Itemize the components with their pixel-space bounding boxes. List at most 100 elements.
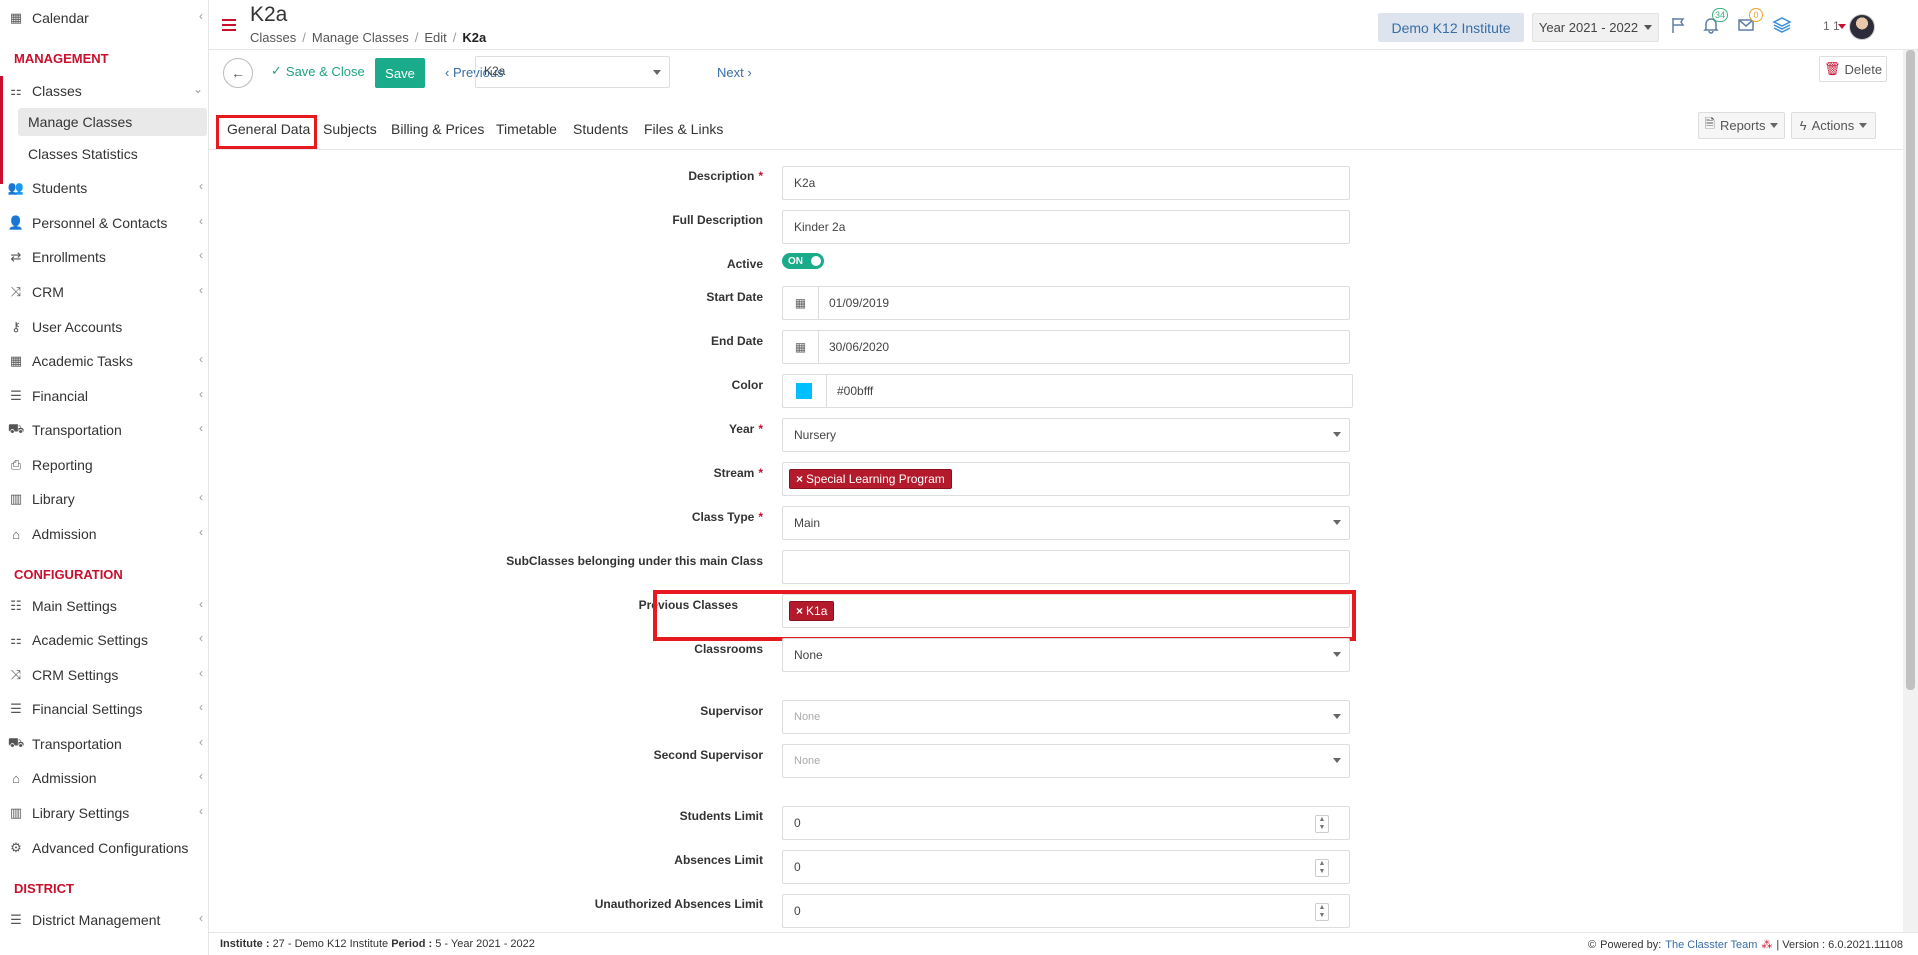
classter-team-link[interactable]: The Classter Team <box>1665 939 1757 951</box>
classes-icon: ⚏ <box>10 632 22 647</box>
print-icon: ⎙ <box>10 457 22 472</box>
sidebar-item-enrollments[interactable]: ⇄ Enrollments ‹ <box>0 242 208 272</box>
sidebar-item-reporting[interactable]: ⎙ Reporting <box>0 450 208 480</box>
books-icon: ▥ <box>9 805 23 820</box>
sidebar-item-students[interactable]: 👥 Students ‹ <box>0 173 208 203</box>
tab-timetable[interactable]: Timetable <box>496 121 557 137</box>
tab-files-links[interactable]: Files & Links <box>644 121 723 137</box>
tab-students[interactable]: Students <box>573 121 628 137</box>
number-spinner[interactable]: ▲ ▼ <box>1315 815 1329 833</box>
start-date-label: Start Date <box>706 290 763 304</box>
breadcrumb-edit[interactable]: Edit <box>424 30 446 45</box>
chevron-left-icon: ‹ <box>199 9 203 23</box>
caret-down-icon <box>1333 520 1341 525</box>
exchange-icon: ⇄ <box>10 249 22 264</box>
caret-down-icon <box>1644 25 1653 30</box>
sidebar-item-admission[interactable]: ⌂ Admission ‹ <box>0 519 208 549</box>
sidebar-item-library[interactable]: ▥ Library ‹ <box>0 484 208 514</box>
sidebar-item-admission-settings[interactable]: ⌂ Admission ‹ <box>0 763 208 793</box>
year-selector[interactable]: Year 2021 - 2022 <box>1532 13 1659 42</box>
stream-chip[interactable]: × Special Learning Program <box>789 469 952 489</box>
chevron-left-icon: ‹ <box>199 214 203 228</box>
chevron-left-icon: ‹ <box>199 387 203 401</box>
sidebar-item-transportation-settings[interactable]: ⛟ Transportation ‹ <box>0 729 208 759</box>
sidebar-item-academic-tasks[interactable]: ▦ Academic Tasks ‹ <box>0 346 208 376</box>
number-spinner[interactable]: ▲ ▼ <box>1315 903 1329 921</box>
back-button[interactable]: ← <box>223 58 253 88</box>
save-button[interactable]: Save <box>375 58 425 88</box>
breadcrumb-classes[interactable]: Classes <box>250 30 296 45</box>
second-supervisor-select[interactable]: None <box>782 744 1350 778</box>
sidebar-item-calendar[interactable]: ▦ Calendar ‹ <box>0 3 208 33</box>
sidebar-item-financial-settings[interactable]: ☰ Financial Settings ‹ <box>0 694 208 724</box>
students-limit-label: Students Limit <box>679 809 763 823</box>
subclasses-multiselect[interactable] <box>782 550 1350 584</box>
sidebar-item-classes[interactable]: ⚏ Classes ⌄ <box>0 76 208 106</box>
sidebar-item-crm-settings[interactable]: ⤨ CRM Settings ‹ <box>0 660 208 690</box>
remove-icon[interactable]: × <box>796 604 803 618</box>
class-navigator-select[interactable]: K2a <box>475 56 670 88</box>
reports-dropdown[interactable]: 🗎 Reports <box>1698 112 1785 139</box>
caret-down-icon <box>1333 652 1341 657</box>
number-spinner[interactable]: ▲ ▼ <box>1315 859 1329 877</box>
color-label: Color <box>731 378 763 392</box>
tabs: General Data Subjects Billing & Prices T… <box>209 112 1918 150</box>
sidebar-item-manage-classes[interactable]: Manage Classes <box>18 108 207 136</box>
full-description-input[interactable]: Kinder 2a <box>782 210 1350 244</box>
previous-classes-multiselect[interactable]: × K1a <box>782 594 1350 628</box>
actions-dropdown[interactable]: ϟ Actions <box>1791 112 1876 139</box>
delete-button[interactable]: 🗑 Delete <box>1819 56 1887 82</box>
page-title: K2a <box>250 3 288 26</box>
end-date-input[interactable]: ▦ 30/06/2020 <box>782 330 1350 364</box>
start-date-input[interactable]: ▦ 01/09/2019 <box>782 286 1350 320</box>
absences-limit-label: Absences Limit <box>674 853 763 867</box>
flag-icon[interactable] <box>1668 14 1690 36</box>
chevron-left-icon: ‹ <box>199 283 203 297</box>
layers-add-icon[interactable] <box>1771 14 1793 36</box>
color-swatch[interactable] <box>796 383 812 399</box>
hamburger-menu-icon[interactable] <box>222 19 236 31</box>
color-input[interactable]: #00bfff <box>782 374 1353 408</box>
sidebar-item-library-settings[interactable]: ▥ Library Settings ‹ <box>0 798 208 828</box>
supervisor-select[interactable]: None <box>782 700 1350 734</box>
previous-class-chip[interactable]: × K1a <box>789 601 835 621</box>
sidebar-item-personnel[interactable]: 👤 Personnel & Contacts ‹ <box>0 208 208 238</box>
sidebar-item-crm[interactable]: ⤨ CRM ‹ <box>0 277 208 307</box>
save-close-button[interactable]: ✓ Save & Close <box>271 63 365 79</box>
page-scrollbar[interactable] <box>1903 50 1918 932</box>
institute-button[interactable]: Demo K12 Institute <box>1378 13 1524 42</box>
envelope-icon[interactable]: 0 <box>1735 8 1763 36</box>
year-select[interactable]: Nursery <box>782 418 1350 452</box>
bolt-icon: ϟ <box>1799 118 1807 133</box>
class-type-select[interactable]: Main <box>782 506 1350 540</box>
classrooms-select[interactable]: None <box>782 638 1350 672</box>
description-input[interactable]: K2a <box>782 166 1350 200</box>
general-data-form: Description * Full Description Active Sta… <box>209 152 1918 932</box>
tab-billing[interactable]: Billing & Prices <box>391 121 484 137</box>
avatar[interactable] <box>1849 14 1875 40</box>
sidebar-item-financial[interactable]: ☰ Financial ‹ <box>0 381 208 411</box>
gears-icon: ⚙ <box>10 840 22 855</box>
students-limit-input[interactable]: 0 ▲ ▼ <box>782 806 1350 840</box>
remove-icon[interactable]: × <box>796 472 803 486</box>
breadcrumb-manage-classes[interactable]: Manage Classes <box>312 30 409 45</box>
tab-subjects[interactable]: Subjects <box>323 121 377 137</box>
unauth-absences-input[interactable]: 0 ▲ ▼ <box>782 894 1350 928</box>
full-description-label: Full Description <box>672 213 763 227</box>
user-caret-icon[interactable] <box>1838 24 1846 29</box>
tab-general-data[interactable]: General Data <box>227 121 310 137</box>
sidebar-item-user-accounts[interactable]: ⚷ User Accounts <box>0 312 208 342</box>
absences-limit-input[interactable]: 0 ▲ ▼ <box>782 850 1350 884</box>
stream-multiselect[interactable]: × Special Learning Program <box>782 462 1350 496</box>
sidebar-item-academic-settings[interactable]: ⚏ Academic Settings ‹ <box>0 625 208 655</box>
active-toggle[interactable]: ON <box>782 253 824 269</box>
bell-icon[interactable]: 34 <box>1700 8 1728 36</box>
sidebar-item-classes-statistics[interactable]: Classes Statistics <box>18 140 207 168</box>
sidebar-item-district-management[interactable]: ☰ District Management ‹ <box>0 905 208 935</box>
classes-icon: ⚏ <box>10 83 22 98</box>
institution-icon: ⌂ <box>12 770 20 786</box>
sidebar-item-main-settings[interactable]: ☷ Main Settings ‹ <box>0 591 208 621</box>
sidebar-item-advanced-configurations[interactable]: ⚙ Advanced Configurations <box>0 833 208 863</box>
sidebar-item-transportation[interactable]: ⛟ Transportation ‹ <box>0 415 208 445</box>
next-link[interactable]: Next › <box>717 65 752 80</box>
